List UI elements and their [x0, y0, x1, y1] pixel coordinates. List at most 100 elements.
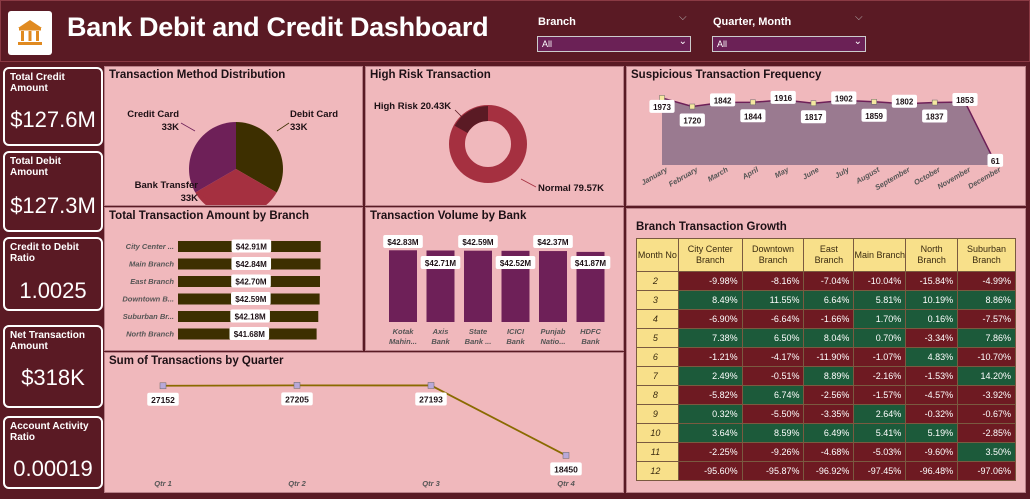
data-point[interactable]: [871, 99, 877, 105]
month-cell: 10: [636, 423, 679, 443]
growth-cell: 8.04%: [803, 328, 855, 348]
growth-cell: -1.66%: [803, 309, 855, 329]
growth-cell: -9.98%: [677, 271, 743, 291]
table-row: 12 -95.60% -95.87% -96.92% -97.45% -96.48% -97…: [636, 461, 1016, 481]
slice-label-debit-card: 33K: [290, 122, 308, 133]
panel-suspicious-frequency: Suspicious Transaction Frequency 1973 Jan…: [626, 66, 1026, 206]
bar-value-label: $42.59M: [235, 295, 266, 304]
column-header[interactable]: City Center Branch: [677, 238, 743, 272]
kpi-card-net-transaction: Net Transaction Amount $318K: [3, 325, 103, 408]
x-tick-label: Bank: [431, 337, 450, 346]
column-header[interactable]: East Branch: [803, 238, 855, 272]
growth-cell: 3.50%: [957, 442, 1016, 462]
growth-cell: -3.92%: [957, 385, 1016, 405]
data-point[interactable]: [159, 382, 167, 390]
data-label: 1802: [896, 98, 914, 107]
x-tick-label: Natio...: [540, 337, 565, 346]
branch-slicer-collapse-icon[interactable]: ⌵: [679, 12, 687, 23]
bar-value-label: $42.70M: [235, 278, 266, 287]
chevron-down-icon: ⌄: [853, 36, 862, 47]
quarter-month-dropdown[interactable]: All ⌄: [712, 36, 866, 52]
growth-cell: 5.41%: [853, 423, 907, 443]
growth-cell: 0.16%: [905, 309, 959, 329]
month-cell: 6: [636, 347, 679, 367]
data-point[interactable]: [293, 382, 301, 389]
panel-volume-by-bank: Transaction Volume by Bank $42.83M Kotak M…: [365, 207, 624, 351]
x-tick-label: Qtr 2: [288, 479, 306, 488]
growth-cell: -6.90%: [677, 309, 743, 329]
volume-bar-chart: $42.83MKotakMahin...$42.71MAxisBank$42.5…: [383, 235, 611, 346]
column-header[interactable]: Suburban Branch: [957, 238, 1016, 272]
data-point[interactable]: [562, 452, 570, 459]
growth-cell: -2.25%: [677, 442, 743, 462]
data-label: 1720: [683, 117, 701, 126]
month-cell: 8: [636, 385, 679, 405]
chevron-down-icon: ⌄: [678, 36, 687, 47]
growth-cell: 6.50%: [741, 328, 805, 348]
growth-cell: -0.32%: [905, 404, 959, 424]
data-point[interactable]: [659, 95, 665, 101]
branch-bar-chart: City Center ... $42.91M Main Branch $42.84M…: [122, 239, 321, 340]
growth-cell: -95.60%: [677, 461, 743, 481]
growth-cell: 1.70%: [853, 309, 907, 329]
x-tick-label: February: [667, 165, 700, 189]
x-tick-label: Bank: [506, 337, 525, 346]
data-label: 27193: [419, 394, 443, 404]
kpi-value: 0.00019: [13, 456, 93, 481]
data-label: 1844: [744, 112, 762, 121]
growth-cell: -3.35%: [803, 404, 855, 424]
month-cell: 12: [636, 461, 679, 481]
bar-value-label: $42.59M: [462, 238, 493, 247]
bar-value-label: $42.84M: [236, 260, 267, 269]
kpi-label: Net Transaction Amount: [10, 330, 86, 352]
x-tick-label: Qtr 4: [557, 479, 575, 488]
bar-category-label: Downtown B...: [122, 295, 174, 304]
slice-name-bank-transfer: Bank Transfer: [135, 180, 199, 191]
slice-label-high-risk: High Risk 20.43K: [374, 101, 451, 112]
bar[interactable]: [539, 251, 567, 322]
data-label: 27152: [151, 395, 175, 405]
slice-name-normal: Normal: [538, 183, 571, 194]
table-row: 3 8.49% 11.55% 6.64% 5.81% 10.19% 8.86%: [636, 290, 1016, 310]
table-header-row: Month No City Center Branch Downtown Bra…: [636, 238, 1016, 272]
bar[interactable]: [389, 250, 417, 322]
bar-value-label: $42.52M: [500, 259, 531, 268]
month-cell: 2: [636, 271, 679, 291]
quarter-slicer-collapse-icon[interactable]: ⌵: [855, 12, 863, 23]
quarter-month-dropdown-value: All: [717, 39, 728, 49]
month-cell: 7: [636, 366, 679, 386]
x-tick-label: Punjab: [540, 327, 565, 336]
bar-value-label: $42.71M: [425, 259, 456, 268]
growth-cell: -2.16%: [853, 366, 907, 386]
bar[interactable]: [464, 250, 492, 322]
column-header[interactable]: North Branch: [905, 238, 959, 272]
x-tick-label: March: [706, 165, 730, 184]
growth-cell: -8.16%: [741, 271, 805, 291]
growth-cell: -4.17%: [741, 347, 805, 367]
data-point[interactable]: [689, 103, 696, 110]
leader-line: [454, 109, 463, 118]
column-header[interactable]: Main Branch: [853, 238, 907, 272]
data-label: 1902: [835, 94, 853, 103]
growth-cell: 6.74%: [741, 385, 805, 405]
table-row: 4 -6.90% -6.64% -1.66% 1.70% 0.16% -7.57%: [636, 309, 1016, 329]
column-header[interactable]: Month No: [636, 238, 679, 272]
growth-cell: -2.85%: [957, 423, 1016, 443]
data-point[interactable]: [750, 99, 756, 106]
growth-cell: 10.19%: [905, 290, 959, 310]
kpi-card-credit-debit-ratio: Credit to Debit Ratio 1.0025: [3, 237, 103, 311]
column-header[interactable]: Downtown Branch: [741, 238, 805, 272]
month-cell: 5: [636, 328, 679, 348]
data-point[interactable]: [427, 382, 435, 389]
growth-cell: -5.50%: [741, 404, 805, 424]
data-point[interactable]: [931, 99, 938, 106]
branch-dropdown[interactable]: All ⌄: [537, 36, 691, 52]
panel-quarter-sum: Sum of Transactions by Quarter 27152 Qtr …: [104, 352, 624, 493]
data-point[interactable]: [810, 100, 817, 106]
growth-cell: -1.57%: [853, 385, 907, 405]
x-tick-label: Bank: [581, 337, 600, 346]
growth-cell: 8.59%: [741, 423, 805, 443]
growth-cell: -2.56%: [803, 385, 855, 405]
growth-cell: -7.57%: [957, 309, 1016, 329]
x-tick-label: November: [936, 164, 973, 191]
